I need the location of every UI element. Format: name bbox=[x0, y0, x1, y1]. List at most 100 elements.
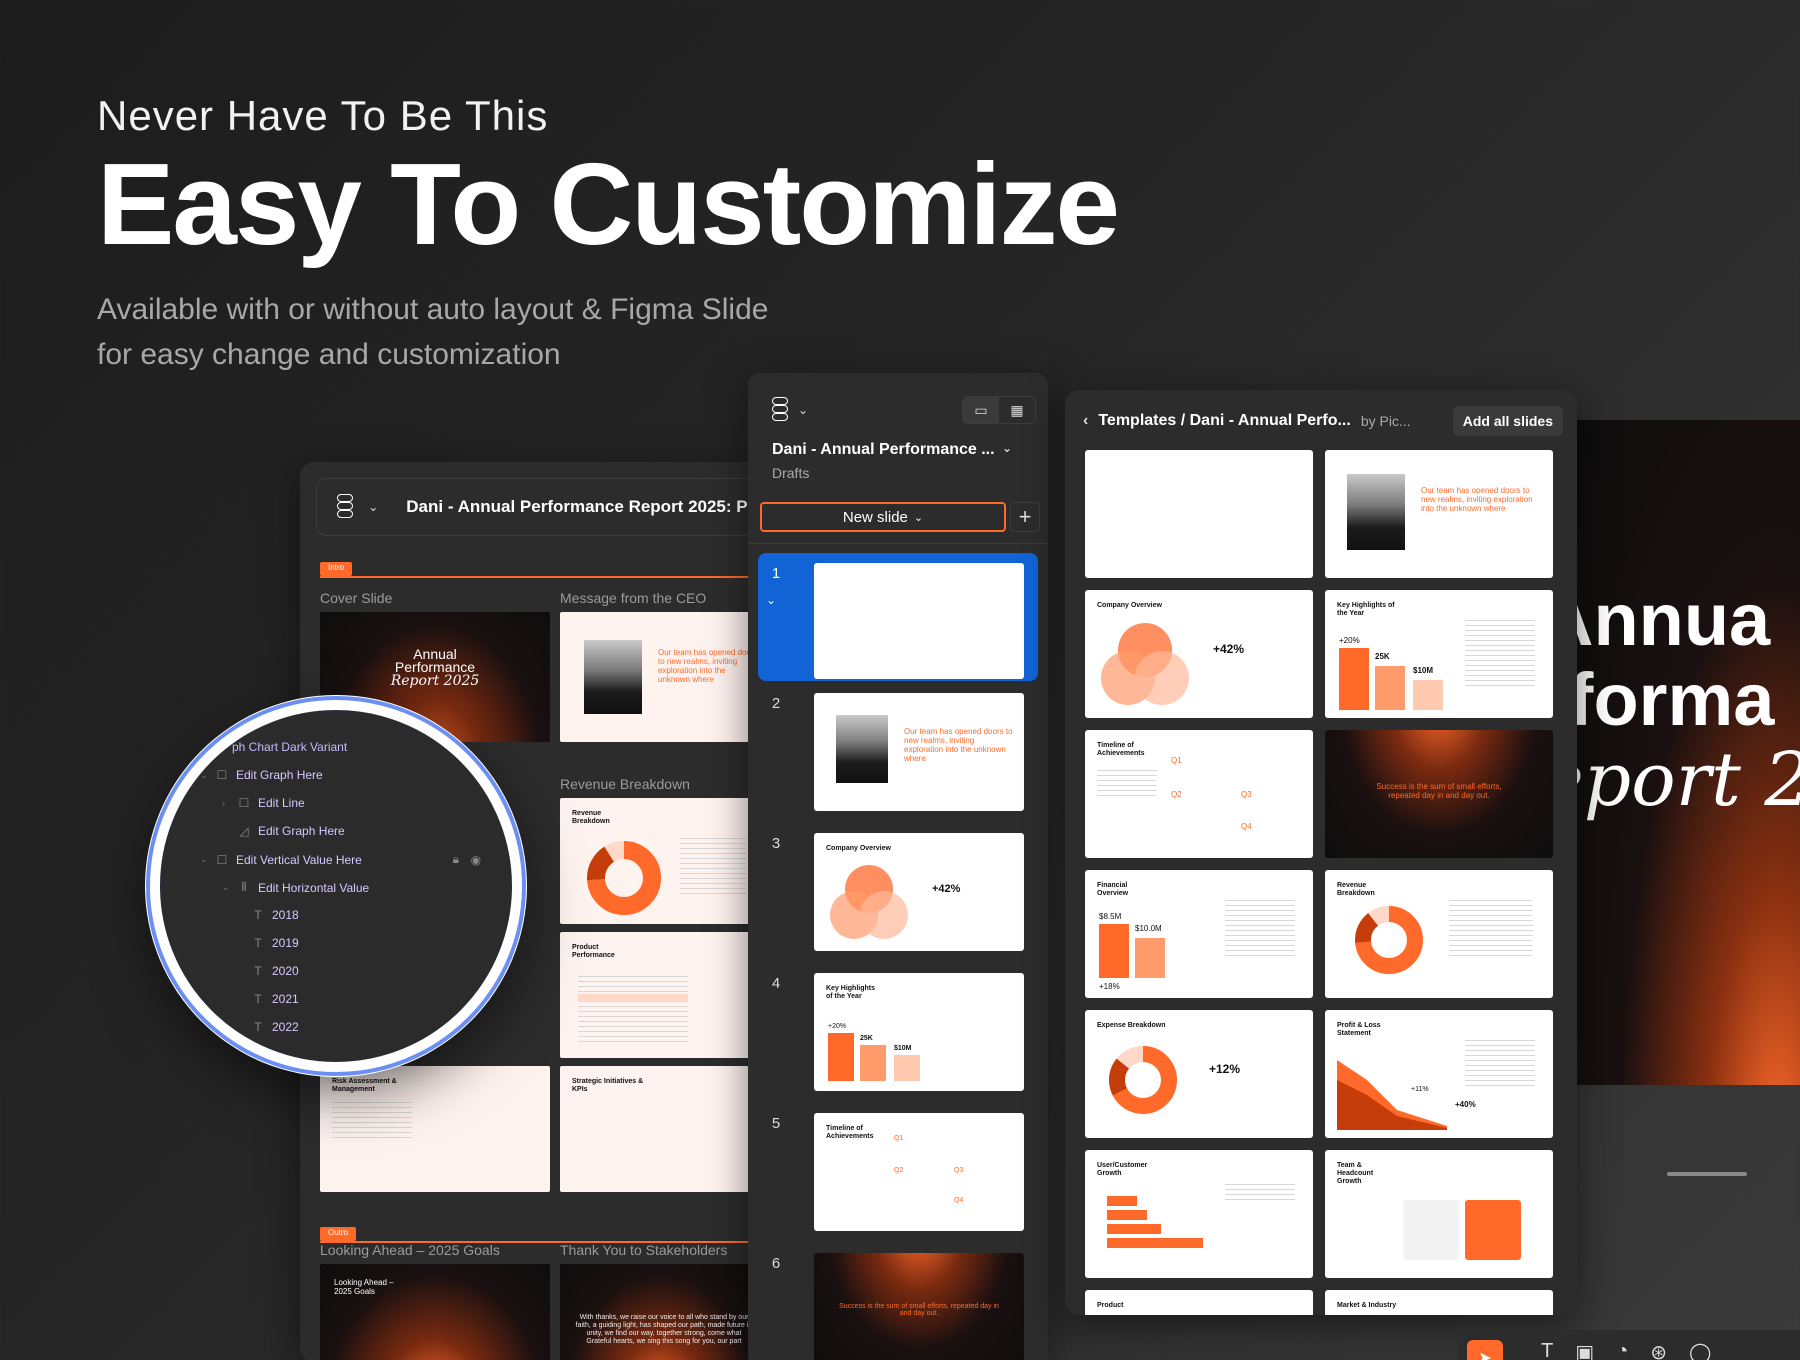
template-card-expense[interactable]: Expense Breakdown +12% bbox=[1085, 1010, 1313, 1138]
template-q3: Q3 bbox=[1241, 790, 1252, 799]
template-pl-title: Profit & Loss Statement bbox=[1337, 1022, 1381, 1037]
slide-thumb-5[interactable]: Timeline of Achievements Q1 Q2 Q3 Q4 bbox=[814, 1113, 1024, 1231]
grid-icon[interactable]: ▦ bbox=[999, 397, 1035, 423]
presentation-location[interactable]: Drafts bbox=[748, 459, 1048, 481]
slide-row-3[interactable]: 3 Company Overview +42% bbox=[758, 823, 1040, 951]
template-card-team[interactable]: Team & Headcount Growth bbox=[1325, 1150, 1553, 1278]
template-revenue-title: Revenue Breakdown bbox=[1337, 882, 1375, 897]
slides-panel-top: ⌄ ▭ ▦ bbox=[748, 373, 1048, 429]
template-card-financial[interactable]: Financial Overview $8.5M $10.0M +18% bbox=[1085, 870, 1313, 998]
canvas-thanks-slide[interactable]: With thanks, we raise our voice to all w… bbox=[560, 1264, 760, 1360]
template-product-title: Product bbox=[1097, 1302, 1124, 1309]
chevron-down-icon[interactable]: ⌄ bbox=[368, 500, 378, 514]
hero-title: Easy To Customize bbox=[97, 139, 1120, 269]
new-slide-button[interactable]: New slide ⌄ bbox=[760, 502, 1006, 532]
ceo-photo bbox=[584, 640, 642, 714]
chevron-down-icon[interactable]: ⌄ bbox=[1002, 441, 1012, 459]
slide-row-1[interactable]: 1 ⌄ Annual Performance Report 2025 bbox=[758, 553, 1038, 681]
layer-edit-graph[interactable]: ⌄ ☐ Edit Graph Here bbox=[200, 768, 323, 782]
comment-tool-icon[interactable]: ◯ bbox=[1689, 1340, 1711, 1360]
template-timeline-title: Timeline of Achievements bbox=[1097, 742, 1145, 757]
template-hbar-3 bbox=[1107, 1224, 1161, 1234]
stamp-tool-icon[interactable]: ⊛ bbox=[1650, 1340, 1667, 1360]
layer-vertical-value[interactable]: ⌄ ☐ Edit Vertical Value Here 🔒︎ ◉ bbox=[200, 852, 482, 867]
layer-edit-line[interactable]: › ☐ Edit Line bbox=[222, 796, 305, 810]
lock-icon[interactable]: 🔒︎ bbox=[450, 852, 462, 867]
image-tool-icon[interactable]: ▣ bbox=[1575, 1340, 1594, 1360]
template-card-cover[interactable]: Annual Performance Report 2025 bbox=[1085, 450, 1313, 578]
plus-icon[interactable]: + bbox=[1010, 502, 1040, 532]
layer-2022[interactable]: T 2022 bbox=[252, 1020, 298, 1034]
revenue-donut bbox=[1355, 906, 1423, 974]
template-kpi-10m: $10M bbox=[1413, 666, 1434, 675]
layer-2019[interactable]: T 2019 bbox=[252, 936, 298, 950]
panel-icon[interactable]: ▭ bbox=[963, 397, 999, 423]
chevron-down-icon[interactable]: ⌄ bbox=[798, 403, 808, 417]
slide-row-2[interactable]: 2 Our team has opened doors to new realm… bbox=[758, 683, 1040, 811]
layer-chart-dark-variant[interactable]: ph Chart Dark Variant bbox=[232, 740, 347, 754]
main-slide-line3: eport 20 bbox=[1540, 737, 1800, 823]
canvas-ceo-slide[interactable]: Our team has opened doors to new realms,… bbox=[560, 612, 760, 742]
back-chevron-icon[interactable]: ‹ bbox=[1083, 412, 1088, 430]
canvas-revenue-slide[interactable]: Revenue Breakdown bbox=[560, 798, 760, 924]
chevron-down-icon[interactable]: ⌄ bbox=[200, 770, 208, 781]
chevron-down-icon[interactable]: ⌄ bbox=[200, 854, 208, 865]
template-card-revenue[interactable]: Revenue Breakdown bbox=[1325, 870, 1553, 998]
canvas-looking-slide[interactable]: Looking Ahead – 2025 Goals bbox=[320, 1264, 550, 1360]
file-name[interactable]: Dani - Annual Performance Report 2025: P… bbox=[406, 497, 760, 517]
slide-thumb-3[interactable]: Company Overview +42% bbox=[814, 833, 1024, 951]
templates-breadcrumb[interactable]: ‹ Templates / Dani - Annual Perfo... by Pi… bbox=[1083, 412, 1411, 430]
template-q2: Q2 bbox=[1171, 790, 1182, 799]
figma-logo-icon[interactable] bbox=[772, 397, 790, 423]
figma-logo-icon[interactable] bbox=[337, 494, 354, 520]
template-card-market[interactable]: Market & Industry bbox=[1325, 1290, 1553, 1315]
template-card-user-growth[interactable]: User/Customer Growth bbox=[1085, 1150, 1313, 1278]
template-card-quote[interactable]: Success is the sum of small efforts, rep… bbox=[1325, 730, 1553, 858]
canvas-strategic-slide[interactable]: Strategic Initiatives & KPIs bbox=[560, 1066, 760, 1192]
slide-row-5[interactable]: 5 Timeline of Achievements Q1 Q2 Q3 Q4 bbox=[758, 1103, 1040, 1231]
template-team-card-orange bbox=[1465, 1200, 1521, 1260]
add-all-slides-button[interactable]: Add all slides bbox=[1452, 406, 1563, 436]
scroll-indicator[interactable] bbox=[1667, 1172, 1747, 1176]
slide-row-4[interactable]: 4 Key Highlights of the Year +20% 25K $1… bbox=[758, 963, 1040, 1091]
layer-label: Edit Line bbox=[258, 796, 305, 810]
hero: Never Have To Be This Easy To Customize … bbox=[97, 92, 1120, 377]
template-card-profit-loss[interactable]: Profit & Loss Statement +11% +40% bbox=[1325, 1010, 1553, 1138]
template-card-ceo[interactable]: Our team has opened doors to new realms,… bbox=[1325, 450, 1553, 578]
layer-2021[interactable]: T 2021 bbox=[252, 992, 298, 1006]
chevron-down-icon[interactable]: ⌄ bbox=[222, 882, 230, 893]
expense-donut bbox=[1109, 1046, 1177, 1114]
slide-thumb-2[interactable]: Our team has opened doors to new realms,… bbox=[814, 693, 1024, 811]
template-card-highlights[interactable]: Key Highlights of the Year +20% 25K $10M bbox=[1325, 590, 1553, 718]
template-financial-title: Financial Overview bbox=[1097, 882, 1129, 897]
layer-edit-graph-2[interactable]: ◿ Edit Graph Here bbox=[238, 824, 344, 838]
figma-menu[interactable]: ⌄ bbox=[772, 397, 808, 423]
slide4-kpi-a: +20% bbox=[828, 1023, 847, 1030]
template-card-timeline[interactable]: Timeline of Achievements Q1 Q2 Q3 Q4 bbox=[1085, 730, 1313, 858]
shape-tool-icon[interactable]: ◔ bbox=[1616, 1340, 1628, 1360]
canvas-product-slide[interactable]: Product Performance bbox=[560, 932, 760, 1058]
section-tag-intro[interactable]: Intro bbox=[320, 562, 353, 576]
slide4-bar-2 bbox=[860, 1045, 886, 1081]
slide-thumb-1[interactable]: Annual Performance Report 2025 bbox=[814, 563, 1024, 679]
template-fin-bar-2 bbox=[1135, 938, 1165, 978]
layer-2020[interactable]: T 2020 bbox=[252, 964, 298, 978]
slide-thumb-6[interactable]: Success is the sum of small efforts, rep… bbox=[814, 1253, 1024, 1360]
presentation-title[interactable]: Dani - Annual Performance ... ⌄ bbox=[748, 429, 1048, 459]
slide-thumb-4[interactable]: Key Highlights of the Year +20% 25K $10M bbox=[814, 973, 1024, 1091]
chevron-down-icon[interactable]: ⌄ bbox=[766, 593, 776, 607]
move-tool-icon[interactable]: ➤ bbox=[1467, 1340, 1503, 1360]
template-card-company[interactable]: Company Overview +42% bbox=[1085, 590, 1313, 718]
template-card-product[interactable]: Product bbox=[1085, 1290, 1313, 1315]
slide4-kpi-c: $10M bbox=[894, 1045, 912, 1052]
canvas-risk-slide[interactable]: Risk Assessment & Management bbox=[320, 1066, 550, 1192]
chevron-right-icon[interactable]: › bbox=[222, 798, 230, 808]
product-highlight-row bbox=[578, 994, 688, 1002]
text-tool-icon[interactable]: T bbox=[1541, 1340, 1553, 1360]
layer-horizontal-value[interactable]: ⌄ ⫴ Edit Horizontal Value bbox=[222, 880, 369, 895]
layer-2018[interactable]: T 2018 bbox=[252, 908, 298, 922]
section-tag-outro[interactable]: Outro bbox=[320, 1227, 357, 1241]
slide-row-6[interactable]: 6 Success is the sum of small efforts, r… bbox=[758, 1243, 1040, 1360]
eye-icon[interactable]: ◉ bbox=[470, 853, 482, 867]
chevron-down-icon[interactable]: ⌄ bbox=[1509, 1352, 1519, 1360]
